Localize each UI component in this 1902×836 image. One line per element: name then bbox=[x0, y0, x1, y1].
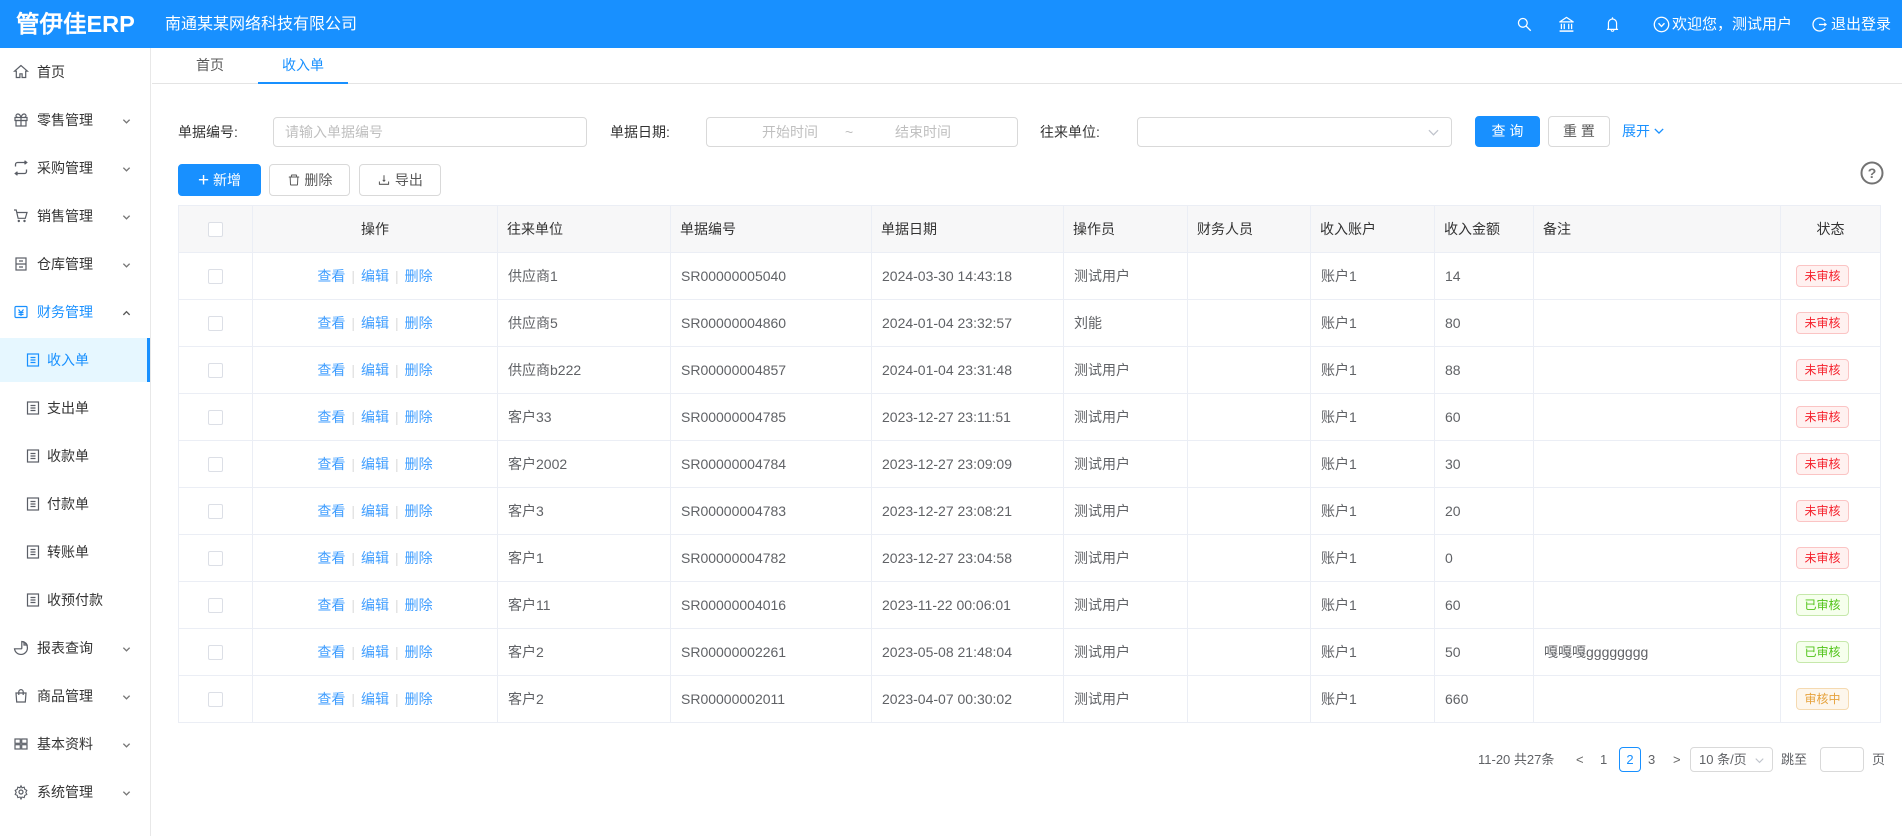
svg-text:?: ? bbox=[1868, 165, 1877, 181]
